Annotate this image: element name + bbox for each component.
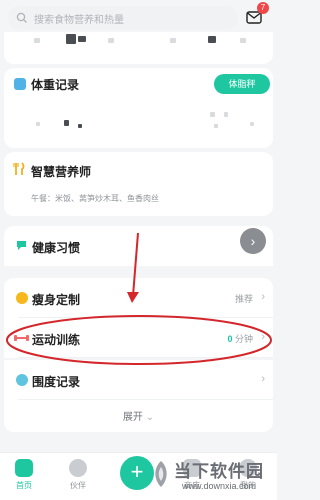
leaf-icon (15, 459, 33, 477)
search-placeholder: 搜索食物营养和热量 (34, 14, 124, 26)
tab-partners[interactable]: 伙伴 (58, 459, 98, 491)
blurred-content (78, 124, 82, 128)
dumbbell-icon (14, 335, 29, 341)
row-exercise-training[interactable]: 运动训练 0 分钟 › (4, 318, 273, 358)
chevron-right-icon: › (261, 291, 265, 303)
blurred-content (208, 36, 216, 43)
blurred-content (170, 38, 176, 43)
minutes-unit: 分钟 (234, 334, 253, 344)
expand-button[interactable]: 展开 ⌄ (0, 408, 277, 423)
body-fat-scale-button[interactable]: 体脂秤 (214, 74, 270, 94)
blurred-content (78, 36, 86, 42)
row-girth-record[interactable]: 围度记录 › (4, 360, 273, 400)
blurred-content (250, 122, 254, 126)
expand-label: 展开 (122, 412, 143, 423)
blurred-content (36, 122, 40, 126)
blurred-content (64, 120, 69, 126)
measure-icon (16, 374, 28, 386)
tab-label: 首页 (16, 481, 32, 490)
blurred-content (224, 112, 228, 117)
tab-label: 伙伴 (70, 481, 86, 490)
watermark: 当下软件园 www.downxia.com (148, 455, 276, 497)
blurred-content (34, 38, 40, 43)
row-healthy-habits[interactable]: 健康习惯 (4, 226, 273, 266)
row-slim-custom[interactable]: 瘦身定制 推荐 › (4, 278, 273, 318)
nutritionist-title: 智慧营养师 (31, 165, 92, 179)
recommend-tag: 推荐 (234, 294, 253, 304)
chevron-down-icon: ⌄ (145, 412, 155, 423)
chevron-right-icon: › (261, 373, 265, 385)
watermark-name: 当下软件园 (174, 462, 264, 481)
chat-bubble-icon (69, 459, 87, 477)
scale-icon (14, 78, 26, 90)
blurred-content (210, 112, 215, 117)
blurred-content (108, 38, 114, 43)
watermark-logo-icon (155, 461, 167, 487)
fork-knife-icon (13, 162, 25, 175)
summary-card (4, 32, 273, 64)
blurred-content (214, 124, 218, 128)
search-icon (16, 12, 27, 23)
chat-icon (17, 241, 26, 250)
mail-badge: 7 (257, 2, 269, 14)
row-label: 健康习惯 (32, 241, 81, 255)
blurred-content (66, 34, 76, 44)
exercise-minutes: 0 分钟 (227, 332, 253, 345)
tab-home[interactable]: 首页 (4, 459, 44, 491)
diet-icon (16, 292, 28, 304)
row-label: 瘦身定制 (32, 293, 81, 307)
search-bar[interactable]: 搜索食物营养和热量 (8, 6, 238, 30)
watermark-url: www.downxia.com (182, 481, 257, 491)
minutes-value: 0 (227, 334, 233, 344)
row-label: 围度记录 (32, 375, 81, 389)
float-expand-button[interactable]: › (240, 228, 266, 254)
weight-card-title: 体重记录 (31, 78, 80, 92)
row-label: 运动训练 (32, 333, 81, 347)
chevron-right-icon: › (261, 331, 265, 343)
divider (18, 357, 273, 358)
nutritionist-card[interactable] (4, 152, 273, 216)
meal-suggestion: 午餐：米饭、莴笋炒木耳、鱼香肉丝 (31, 194, 159, 203)
blurred-content (240, 38, 246, 43)
